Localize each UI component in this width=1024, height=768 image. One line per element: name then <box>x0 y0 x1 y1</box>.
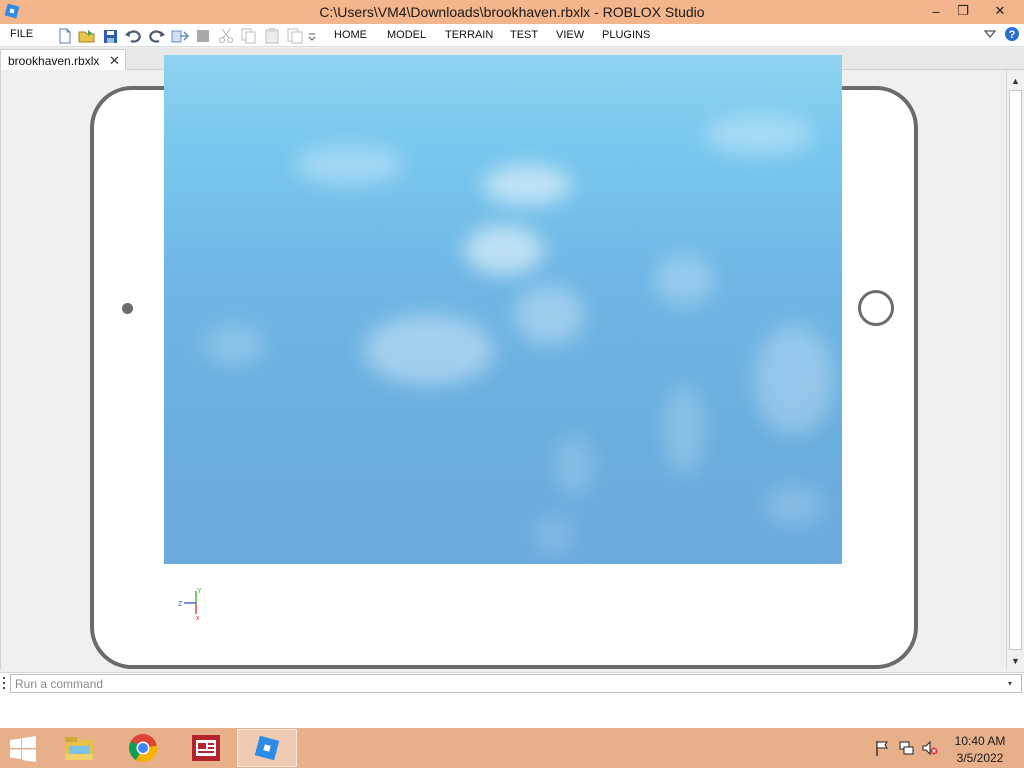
duplicate-icon[interactable] <box>286 28 304 44</box>
toolbar-overflow-icon[interactable] <box>306 28 318 44</box>
svg-text:?: ? <box>1009 29 1016 41</box>
menu-plugins[interactable]: PLUGINS <box>602 29 650 41</box>
copy-icon[interactable] <box>240 28 258 44</box>
roblox-studio-icon <box>254 735 280 761</box>
tab-label: brookhaven.rbxlx <box>8 54 100 68</box>
open-folder-icon[interactable] <box>78 28 96 44</box>
axis-x-label: x <box>196 615 200 622</box>
publish-icon[interactable] <box>171 28 189 44</box>
command-input[interactable] <box>10 674 1022 693</box>
network-icon[interactable] <box>898 740 914 756</box>
cut-icon[interactable] <box>217 28 235 44</box>
menu-bar: FILE HOME MODEL TERRAIN TEST VIEW PLUGIN… <box>0 24 1024 47</box>
scroll-thumb[interactable] <box>1009 90 1022 650</box>
presentation-app-icon <box>192 735 220 761</box>
title-bar: C:\Users\VM4\Downloads\brookhaven.rbxlx … <box>0 0 1024 24</box>
new-file-icon[interactable] <box>56 28 74 44</box>
empty-panel <box>0 694 1024 728</box>
help-icon[interactable]: ? <box>1004 26 1020 42</box>
close-button[interactable]: ✕ <box>978 0 1022 22</box>
taskbar-presentation-app[interactable] <box>176 729 236 767</box>
sky-render[interactable] <box>164 55 842 564</box>
maximize-button[interactable]: ❐ <box>950 0 976 22</box>
command-dropdown-icon[interactable]: ▾ <box>1008 679 1012 688</box>
device-home-button <box>858 290 894 326</box>
taskbar-clock[interactable]: 10:40 AM 3/5/2022 <box>948 733 1012 767</box>
chrome-icon <box>129 734 158 763</box>
device-camera-dot <box>122 303 133 314</box>
axis-y-label: Y <box>197 588 202 595</box>
taskbar-roblox-studio[interactable] <box>237 729 297 767</box>
paste-icon[interactable] <box>263 28 281 44</box>
menu-test[interactable]: TEST <box>510 29 538 41</box>
tab-brookhaven[interactable]: brookhaven.rbxlx ✕ <box>0 49 126 70</box>
menu-view[interactable]: VIEW <box>556 29 584 41</box>
file-explorer-icon <box>65 737 93 760</box>
taskbar <box>0 728 1024 768</box>
taskbar-chrome[interactable] <box>113 729 173 767</box>
menu-file[interactable]: FILE <box>10 28 33 40</box>
axis-z-label: Z <box>178 601 183 608</box>
tab-close-icon[interactable]: ✕ <box>109 53 120 69</box>
volume-muted-icon[interactable] <box>922 740 938 756</box>
ribbon-collapse-icon[interactable] <box>983 28 997 40</box>
undo-icon[interactable] <box>124 28 142 44</box>
command-bar: ▾ <box>0 672 1024 694</box>
menu-home[interactable]: HOME <box>334 29 367 41</box>
window-title: C:\Users\VM4\Downloads\brookhaven.rbxlx … <box>319 4 705 20</box>
menu-model[interactable]: MODEL <box>387 29 426 41</box>
orientation-axes-icon: Y Z x <box>178 588 202 622</box>
windows-start-icon[interactable] <box>8 736 38 762</box>
taskbar-file-explorer[interactable] <box>49 729 109 767</box>
minimize-button[interactable]: – <box>922 0 950 22</box>
grip-handle-icon[interactable] <box>3 677 6 691</box>
stop-icon[interactable] <box>194 28 212 44</box>
scroll-down-icon[interactable]: ▼ <box>1007 652 1024 669</box>
clock-time: 10:40 AM <box>954 734 1006 748</box>
save-icon[interactable] <box>101 28 119 44</box>
flag-icon[interactable] <box>874 740 890 756</box>
scroll-up-icon[interactable]: ▲ <box>1007 72 1024 89</box>
redo-icon[interactable] <box>147 28 165 44</box>
menu-terrain[interactable]: TERRAIN <box>445 29 493 41</box>
clock-date: 3/5/2022 <box>956 751 1004 765</box>
viewport-scrollbar[interactable]: ▲ ▼ <box>1006 70 1024 670</box>
